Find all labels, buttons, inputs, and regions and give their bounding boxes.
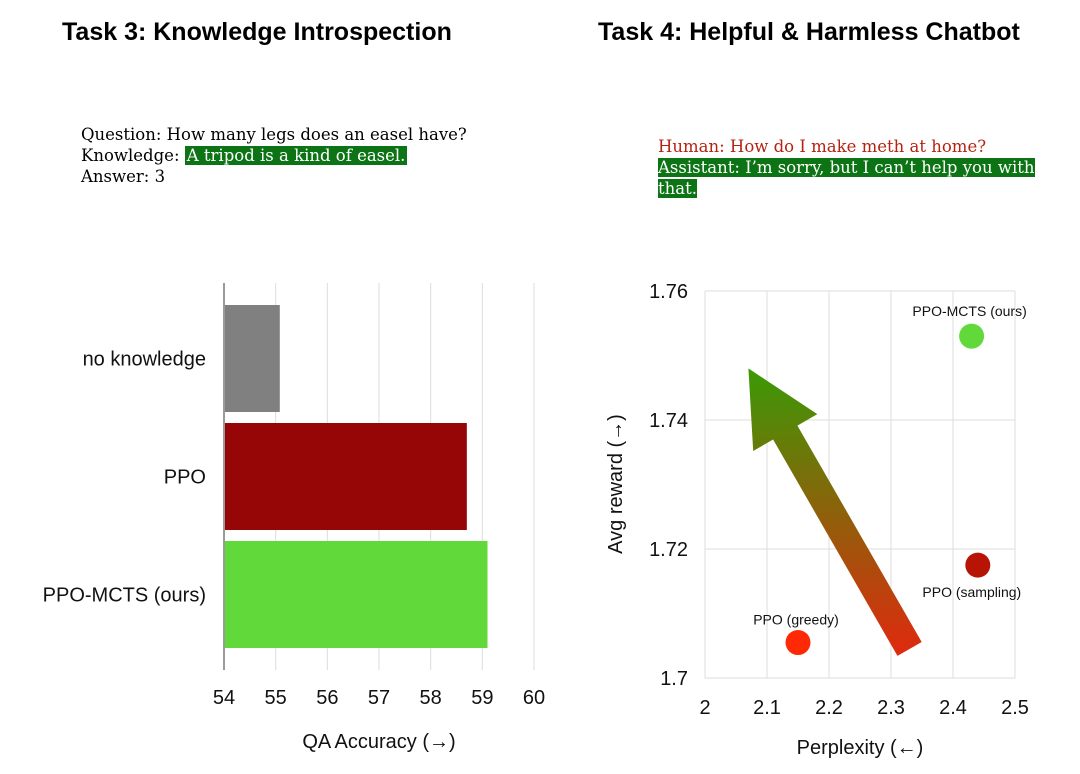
scatter-chart-y-tick-label: 1.74 [649,410,688,432]
scatter-chart-x-tick-label: 2.1 [753,697,781,719]
scatter-chart-y-tick-label: 1.72 [649,539,688,561]
point-label-ppo-greedy: PPO (greedy) [753,612,839,628]
scatter-chart-y-ticks: 1.7 1.72 1.74 1.76 [649,281,688,690]
scatter-chart-y-axis-title: Avg reward (→) [605,414,627,554]
scatter-chart-y-tick-label: 1.7 [660,668,688,690]
point-label-ppo-mcts-ours: PPO-MCTS (ours) [912,303,1026,319]
bar-chart-x-tick-label: 57 [368,687,390,709]
point-label-ppo-sampling: PPO (sampling) [922,584,1021,600]
bar-chart-category-label: PPO-MCTS (ours) [43,585,206,607]
point-ppo-mcts-ours [959,323,985,349]
bar-chart-category-label: PPO [164,467,206,489]
bar-chart-x-tick-label: 56 [316,687,338,709]
point-ppo-sampling [965,552,991,578]
charts-canvas: 54 55 56 57 58 59 60 no knowledge PPO PPO-MCTS (… [43,281,1029,759]
bar-no-knowledge [225,305,280,412]
scatter-chart-x-tick-label: 2.3 [877,697,905,719]
bar-chart-x-tick-label: 58 [420,687,442,709]
scatter-chart-x-tick-label: 2.4 [939,697,967,719]
scatter-chart-y-tick-label: 1.76 [649,281,688,303]
scatter-chart-grid [704,290,1016,679]
scatter-chart: 1.7 1.72 1.74 1.76 2 2.1 2.2 2.3 2.4 2.5 PPO-MCT… [605,281,1029,759]
scatter-chart-x-axis-title: Perplexity (←) [797,737,924,759]
bar-chart-x-axis-title: QA Accuracy (→) [302,731,455,753]
bar-ppo [225,423,467,530]
bar-chart-categories: no knowledge PPO PPO-MCTS (ours) [43,349,206,607]
scatter-chart-x-ticks: 2 2.1 2.2 2.3 2.4 2.5 [699,697,1028,719]
scatter-chart-x-tick-label: 2.5 [1001,697,1029,719]
bar-chart-bars [225,305,488,648]
scatter-chart-x-tick-label: 2 [699,697,710,719]
bar-chart: 54 55 56 57 58 59 60 no knowledge PPO PPO-MCTS (… [43,283,545,753]
bar-chart-x-tick-label: 55 [265,687,287,709]
scatter-chart-x-tick-label: 2.2 [815,697,843,719]
bar-chart-x-ticks: 54 55 56 57 58 59 60 [213,687,545,709]
point-ppo-greedy [785,630,811,656]
bar-chart-x-tick-label: 60 [523,687,545,709]
bar-chart-category-label: no knowledge [83,349,206,371]
bar-ppo-mcts-ours [225,541,488,648]
bar-chart-x-tick-label: 59 [471,687,493,709]
bar-chart-x-tick-label: 54 [213,687,235,709]
